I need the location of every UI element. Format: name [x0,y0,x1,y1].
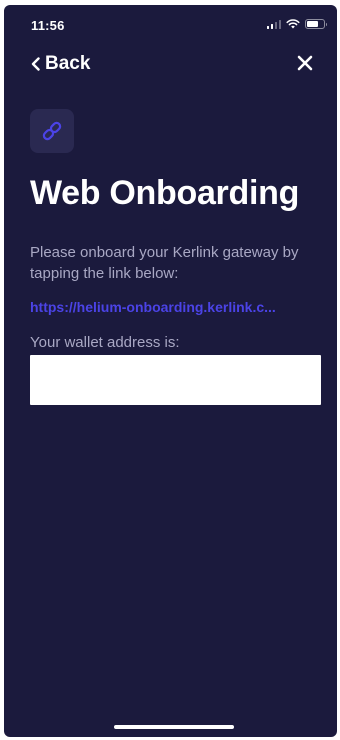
chevron-left-icon [31,57,40,71]
wifi-icon [286,19,300,29]
back-button[interactable]: Back [30,53,90,75]
page-title: Web Onboarding [30,174,300,212]
status-icons [266,18,327,30]
onboarding-link[interactable]: https://helium-onboarding.kerlink.c... [30,299,320,315]
wallet-address-field[interactable] [30,355,321,405]
wallet-address-label: Your wallet address is: [30,334,180,351]
instructions-text: Please onboard your Kerlink gateway by t… [30,244,299,282]
signal-icon [266,19,281,29]
link-icon [42,121,62,141]
close-icon[interactable] [295,53,315,73]
phone-screen: 11:56 Back Web Onboarding Please onboard… [4,5,337,737]
status-bar: 11:56 [4,5,337,41]
battery-icon [305,19,327,29]
back-label: Back [45,53,91,74]
link-icon-tile [30,109,74,153]
status-time: 11:56 [31,18,65,33]
home-indicator[interactable] [114,725,234,729]
